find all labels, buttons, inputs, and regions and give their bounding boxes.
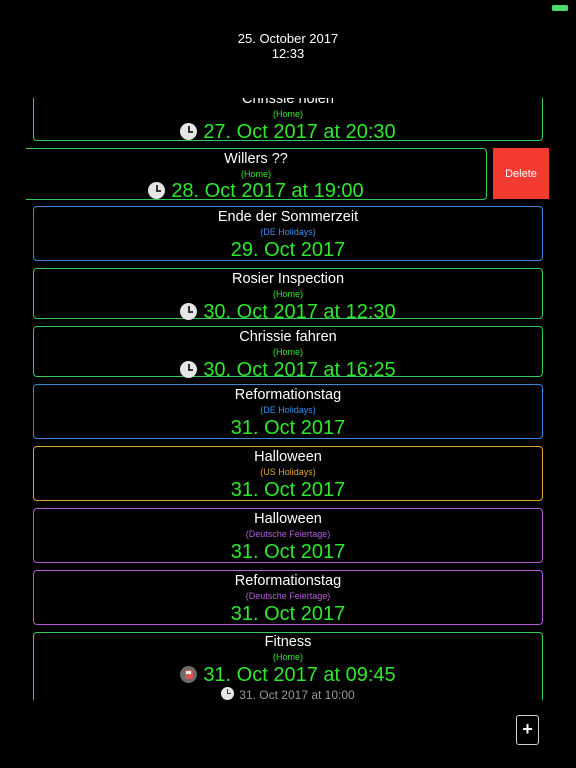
event-calendar: (US Holidays) <box>260 467 316 477</box>
event-calendar: (Deutsche Feiertage) <box>245 591 331 601</box>
header: 25. October 2017 12:33 <box>0 31 576 61</box>
event-card[interactable]: Reformationstag (DE Holidays) 31. Oct 20… <box>33 384 543 439</box>
event-datetime: 30. Oct 2017 at 12:30 <box>34 300 542 324</box>
current-date: 25. October 2017 <box>237 31 339 46</box>
event-date: 29. Oct 2017 <box>230 239 346 261</box>
event-calendar: (Home) <box>272 289 303 299</box>
event-calendar: (Home) <box>240 169 271 179</box>
event-title: Ende der Sommerzeit <box>217 209 359 225</box>
event-title: Reformationstag <box>234 573 342 589</box>
clock-icon <box>180 303 198 320</box>
event-card[interactable]: Halloween (Deutsche Feiertage) 31. Oct 2… <box>33 508 543 563</box>
event-datetime: 31. Oct 2017 at 09:45 <box>34 663 542 687</box>
battery-icon <box>552 5 568 11</box>
event-calendar: (Home) <box>272 347 303 357</box>
event-date: 31. Oct 2017 <box>230 541 346 563</box>
clock-icon <box>221 687 235 700</box>
event-card[interactable]: Chrissie fahren (Home) 30. Oct 2017 at 1… <box>33 326 543 381</box>
clock-icon <box>148 182 166 199</box>
clock-icon <box>180 123 198 140</box>
clock-icon <box>180 361 198 378</box>
screen: 25. October 2017 12:33 Chrissie holen (H… <box>0 0 576 768</box>
add-event-button[interactable]: + <box>516 715 539 745</box>
event-card[interactable]: Chrissie holen (Home) 27. Oct 2017 at 20… <box>33 98 543 144</box>
event-calendar: (Home) <box>272 109 303 119</box>
event-card[interactable]: Rosier Inspection (Home) 30. Oct 2017 at… <box>33 268 543 323</box>
event-calendar: (Home) <box>272 652 303 662</box>
event-title: Halloween <box>254 511 322 527</box>
event-list[interactable]: Chrissie holen (Home) 27. Oct 2017 at 20… <box>0 98 576 700</box>
event-datetime: 27. Oct 2017 at 20:30 <box>34 120 542 144</box>
event-datetime: 28. Oct 2017 at 19:00 <box>26 180 486 202</box>
event-date: 31. Oct 2017 <box>230 417 346 439</box>
event-calendar: (DE Holidays) <box>260 227 316 237</box>
event-card[interactable]: Fitness (Home) 31. Oct 2017 at 09:45 31.… <box>33 632 543 700</box>
event-card[interactable]: Ende der Sommerzeit (DE Holidays) 29. Oc… <box>33 206 543 261</box>
event-title: Fitness <box>264 634 312 650</box>
event-title: Halloween <box>254 449 322 465</box>
event-card[interactable]: Reformationstag (Deutsche Feiertage) 31.… <box>33 570 543 625</box>
event-datetime: 30. Oct 2017 at 16:25 <box>34 358 542 382</box>
event-title: Willers ?? <box>224 151 288 167</box>
event-card-swiped[interactable]: Willers ?? (Home) 28. Oct 2017 at 19:00 <box>26 148 487 202</box>
delete-button[interactable]: Delete <box>493 148 549 199</box>
event-calendar: (Deutsche Feiertage) <box>245 529 331 539</box>
event-title: Chrissie fahren <box>239 329 337 345</box>
event-title: Rosier Inspection <box>231 271 345 287</box>
event-title: Chrissie holen <box>242 98 334 107</box>
train-icon <box>180 666 198 683</box>
current-time: 12:33 <box>271 46 305 61</box>
event-card[interactable]: Halloween (US Holidays) 31. Oct 2017 <box>33 446 543 501</box>
event-date: 31. Oct 2017 <box>230 603 346 625</box>
event-title: Reformationstag <box>234 387 342 403</box>
event-end-datetime: 31. Oct 2017 at 10:00 <box>34 687 542 700</box>
event-date: 31. Oct 2017 <box>230 479 346 501</box>
event-calendar: (DE Holidays) <box>260 405 316 415</box>
